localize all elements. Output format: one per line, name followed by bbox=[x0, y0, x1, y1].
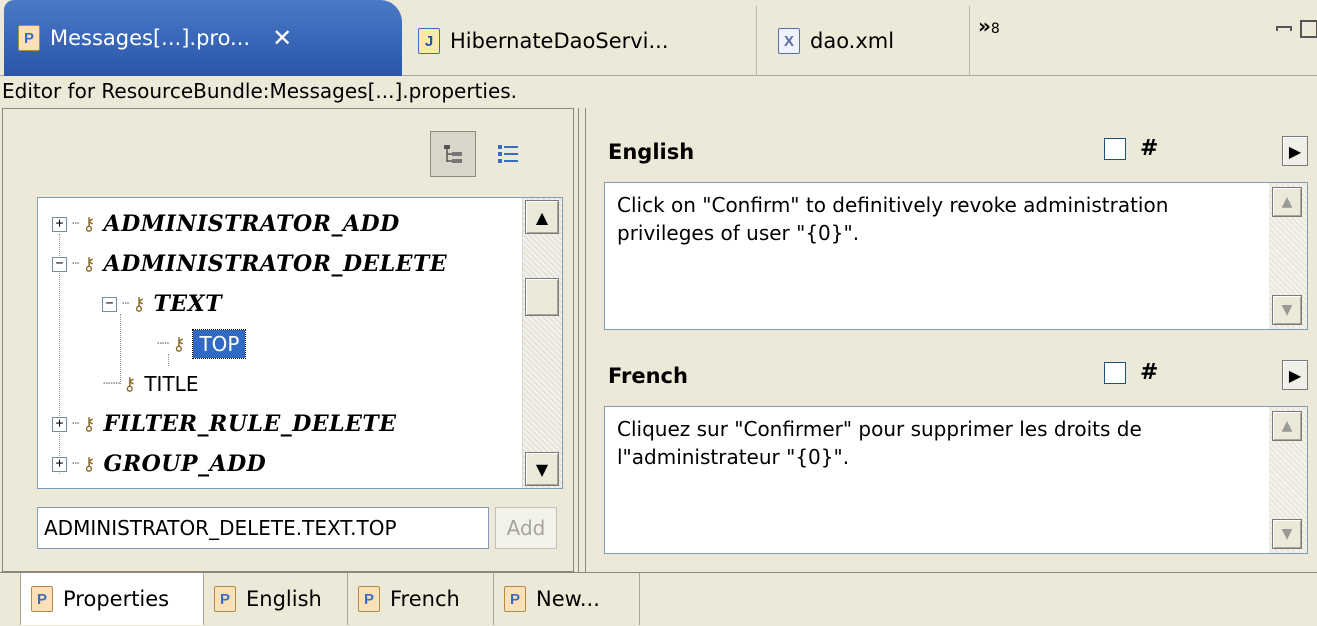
scrollbar-thumb[interactable] bbox=[525, 278, 559, 316]
keys-pane: + ··· ⚷ ADMINISTRATOR_ADD − ··· ⚷ ADMINI… bbox=[2, 108, 574, 572]
minimize-icon[interactable] bbox=[1276, 26, 1292, 31]
maximize-icon[interactable] bbox=[1300, 20, 1317, 38]
key-icon: ⚷ bbox=[132, 293, 146, 315]
editor-tab-dao-xml[interactable]: X dao.xml bbox=[772, 6, 970, 76]
english-value-textarea[interactable]: Click on "Confirm" to definitively revok… bbox=[604, 182, 1308, 330]
page-tab-new[interactable]: P New... bbox=[494, 573, 640, 625]
java-file-icon: J bbox=[418, 28, 440, 54]
editor-tab-label: Messages[...].pro... bbox=[50, 26, 251, 50]
page-tab-french[interactable]: P French bbox=[348, 573, 494, 625]
keys-tree[interactable]: + ··· ⚷ ADMINISTRATOR_ADD − ··· ⚷ ADMINI… bbox=[37, 197, 563, 489]
tree-item-label: GROUP_ADD bbox=[103, 451, 267, 477]
key-icon: ⚷ bbox=[172, 333, 186, 355]
tree-item-label: TITLE bbox=[144, 372, 199, 396]
page-tab-label: English bbox=[246, 587, 322, 611]
tree-item-label: FILTER_RULE_DELETE bbox=[103, 411, 397, 437]
tree-item[interactable]: − ··· ⚷ TEXT bbox=[102, 284, 222, 324]
locale-section-english: English # ▶ Click on "Confirm" to defini… bbox=[596, 130, 1314, 340]
hash-label: # bbox=[1140, 136, 1159, 161]
chevron-double-right-icon: » bbox=[978, 14, 991, 38]
locale-title: English bbox=[608, 140, 695, 164]
tree-item-label: TEXT bbox=[153, 291, 223, 317]
page-tab-label: New... bbox=[536, 587, 600, 611]
locale-section-french: French # ▶ Cliquez sur "Confirmer" pour … bbox=[596, 354, 1314, 564]
scroll-up-arrow-icon[interactable]: ▲ bbox=[1272, 187, 1302, 217]
editor-tab-hibernate[interactable]: J HibernateDaoServi... bbox=[412, 6, 757, 76]
key-icon: ⚷ bbox=[82, 413, 96, 435]
window-controls bbox=[1276, 20, 1317, 38]
flat-view-button[interactable] bbox=[485, 131, 531, 177]
expand-icon[interactable]: + bbox=[52, 416, 67, 432]
properties-file-icon: P bbox=[358, 586, 380, 612]
scroll-down-arrow-icon[interactable]: ▼ bbox=[525, 452, 559, 486]
comment-checkbox[interactable] bbox=[1104, 138, 1126, 160]
new-properties-icon: P bbox=[504, 586, 526, 612]
comment-checkbox[interactable] bbox=[1104, 362, 1126, 384]
pane-sash[interactable] bbox=[578, 108, 586, 572]
tree-view-button[interactable] bbox=[430, 131, 476, 177]
goto-file-button[interactable]: ▶ bbox=[1282, 360, 1308, 390]
page-tab-bar: P Properties P English P French P New... bbox=[0, 572, 1317, 626]
tree-item[interactable]: + ··· ⚷ GROUP_ADD bbox=[52, 444, 266, 484]
play-arrow-icon: ▶ bbox=[1288, 141, 1302, 161]
editor-tab-bar: P Messages[...].pro... ✕ J HibernateDaoS… bbox=[0, 0, 1317, 76]
page-tab-label: Properties bbox=[63, 587, 170, 611]
tree-scrollbar[interactable]: ▲ ▼ bbox=[522, 198, 562, 488]
tree-item[interactable]: − ··· ⚷ ADMINISTRATOR_DELETE bbox=[52, 244, 447, 284]
xml-file-icon: X bbox=[778, 28, 800, 54]
editor-description: Editor for ResourceBundle:Messages[...].… bbox=[2, 79, 518, 103]
key-icon: ⚷ bbox=[82, 453, 96, 475]
properties-file-icon: P bbox=[18, 25, 40, 51]
english-value-text: Click on "Confirm" to definitively revok… bbox=[617, 193, 1169, 245]
tree-item[interactable]: + ··· ⚷ ADMINISTRATOR_ADD bbox=[52, 204, 400, 244]
locale-title: French bbox=[608, 364, 688, 388]
key-icon: ⚷ bbox=[123, 373, 137, 395]
expand-icon[interactable]: + bbox=[52, 216, 67, 232]
tree-item[interactable]: ······· ⚷ TITLE bbox=[102, 364, 198, 404]
key-input[interactable]: ADMINISTRATOR_DELETE.TEXT.TOP bbox=[37, 507, 489, 549]
close-icon[interactable]: ✕ bbox=[272, 24, 292, 52]
tab-overflow-button[interactable]: »8 bbox=[978, 14, 1000, 38]
key-icon: ⚷ bbox=[82, 213, 96, 235]
expand-icon[interactable]: + bbox=[52, 456, 67, 472]
french-value-textarea[interactable]: Cliquez sur "Confirmer" pour supprimer l… bbox=[604, 406, 1308, 554]
properties-file-icon: P bbox=[214, 586, 236, 612]
play-arrow-icon: ▶ bbox=[1288, 365, 1302, 385]
scroll-up-arrow-icon[interactable]: ▲ bbox=[1272, 411, 1302, 441]
scroll-up-arrow-icon[interactable]: ▲ bbox=[525, 200, 559, 234]
tree-item-label: ADMINISTRATOR_DELETE bbox=[103, 251, 448, 277]
editor-tab-label: dao.xml bbox=[810, 29, 895, 53]
tree-view-icon bbox=[444, 145, 462, 163]
goto-file-button[interactable]: ▶ bbox=[1282, 136, 1308, 166]
tree-item-selected[interactable]: ····· ⚷ TOP bbox=[156, 324, 247, 364]
collapse-icon[interactable]: − bbox=[102, 296, 117, 312]
textarea-scrollbar[interactable]: ▲ ▼ bbox=[1269, 183, 1307, 329]
page-tab-english[interactable]: P English bbox=[204, 573, 348, 625]
flat-list-icon bbox=[498, 145, 518, 163]
add-button[interactable]: Add bbox=[495, 507, 557, 549]
page-tab-properties[interactable]: P Properties bbox=[20, 573, 204, 625]
french-value-text: Cliquez sur "Confirmer" pour supprimer l… bbox=[617, 417, 1142, 469]
tree-item-label: ADMINISTRATOR_ADD bbox=[103, 211, 400, 237]
textarea-scrollbar[interactable]: ▲ ▼ bbox=[1269, 407, 1307, 553]
page-tab-label: French bbox=[390, 587, 460, 611]
editor-tab-messages[interactable]: P Messages[...].pro... ✕ bbox=[4, 0, 402, 76]
tree-item[interactable]: + ··· ⚷ FILTER_RULE_DELETE bbox=[52, 404, 396, 444]
editor-tab-label: HibernateDaoServi... bbox=[450, 29, 669, 53]
scroll-down-arrow-icon[interactable]: ▼ bbox=[1272, 519, 1302, 549]
collapse-icon[interactable]: − bbox=[52, 256, 67, 272]
tree-item-label: TOP bbox=[192, 329, 247, 359]
scroll-down-arrow-icon[interactable]: ▼ bbox=[1272, 295, 1302, 325]
key-icon: ⚷ bbox=[82, 253, 96, 275]
properties-icon: P bbox=[31, 586, 53, 612]
hash-label: # bbox=[1140, 360, 1159, 385]
overflow-count: 8 bbox=[990, 21, 1000, 37]
